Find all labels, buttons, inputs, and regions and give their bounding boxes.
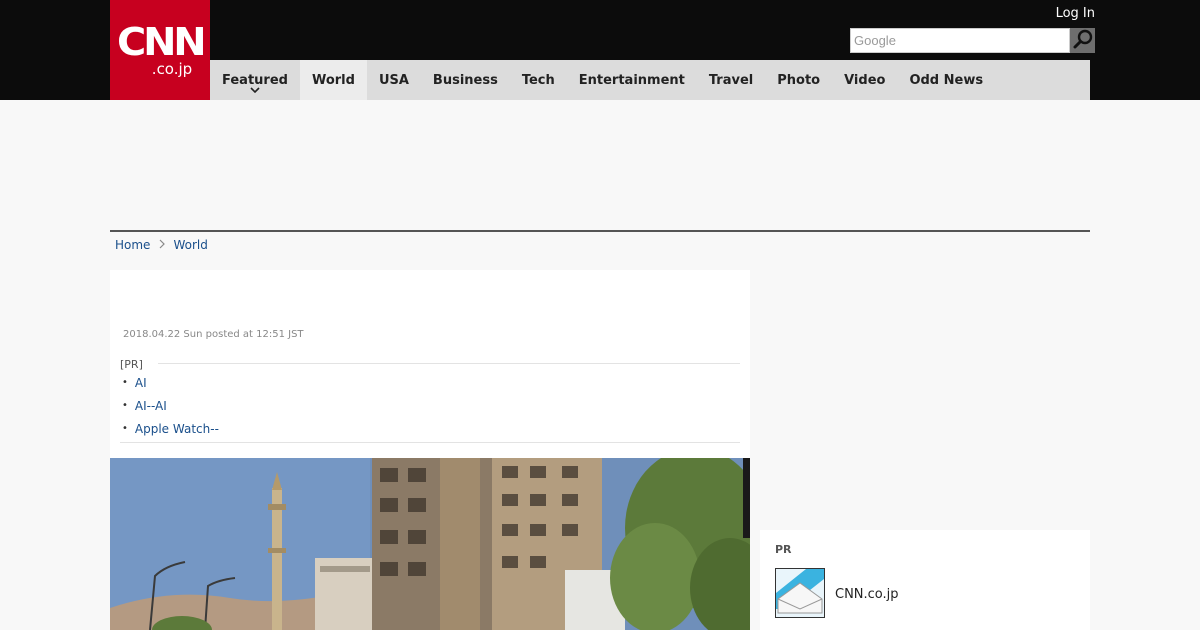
nav-item-odd-news[interactable]: Odd News (897, 60, 995, 100)
search-button[interactable] (1070, 28, 1095, 53)
nav-item-video[interactable]: Video (832, 60, 897, 100)
pr-link[interactable]: Apple Watch-- (135, 422, 219, 436)
pr-link[interactable]: AI--AI (135, 399, 167, 413)
chevron-down-icon (250, 82, 260, 97)
nav-item-tech[interactable]: Tech (510, 60, 567, 100)
pr-link[interactable]: AI (135, 376, 147, 390)
breadcrumb-world[interactable]: World (173, 238, 207, 252)
nav-item-label: Tech (521, 72, 555, 88)
logo-mark: CNN (116, 20, 207, 64)
nav-item-label: Video (844, 72, 886, 88)
pr-link-list: • AI • AI--AI • Apple Watch-- (122, 371, 219, 440)
breadcrumb-home[interactable]: Home (115, 238, 150, 252)
nav-item-label: Photo (777, 72, 821, 88)
bullet-icon: • (122, 423, 128, 434)
search-input[interactable] (850, 28, 1070, 53)
pr-bottom-divider (120, 442, 740, 443)
logo-domain: .co.jp (151, 60, 193, 78)
nav-item-featured[interactable]: Featured (210, 60, 300, 100)
nav-item-world[interactable]: World (299, 60, 367, 100)
nav-item-label: USA (378, 72, 409, 88)
sidebar-pr-name[interactable]: CNN.co.jp (835, 587, 899, 602)
bullet-icon: • (122, 400, 128, 411)
top-bar: CNN .co.jp Log In Featured World USA Bus… (0, 0, 1200, 100)
nav-item-entertainment[interactable]: Entertainment (567, 60, 697, 100)
nav-item-travel[interactable]: Travel (697, 60, 765, 100)
ad-divider (110, 230, 1090, 232)
list-item: • AI (122, 371, 219, 394)
list-item: • Apple Watch-- (122, 417, 219, 440)
main-nav: Featured World USA Business Tech Enterta… (210, 60, 1090, 100)
cnn-logo[interactable]: CNN .co.jp (110, 0, 210, 100)
sidebar-pr-label: PR (775, 543, 792, 556)
nav-item-business[interactable]: Business (421, 60, 510, 100)
pr-divider (158, 363, 740, 364)
pr-label: [PR] (120, 358, 143, 371)
nav-item-usa[interactable]: USA (367, 60, 421, 100)
bullet-icon: • (122, 377, 128, 388)
article-card: 2018.04.22 Sun posted at 12:51 JST [PR] … (110, 270, 750, 630)
breadcrumb: Home World (115, 238, 208, 252)
mail-app-icon[interactable] (775, 568, 825, 618)
nav-item-label: Odd News (909, 72, 984, 88)
nav-item-photo[interactable]: Photo (765, 60, 832, 100)
posted-timestamp: 2018.04.22 Sun posted at 12:51 JST (123, 329, 304, 340)
search-bar (850, 28, 1095, 53)
chevron-right-icon (159, 238, 166, 252)
list-item: • AI--AI (122, 394, 219, 417)
nav-item-label: Travel (708, 72, 754, 88)
nav-item-label: World (311, 72, 355, 88)
sidebar-pr-box: PR CNN.co.jp (760, 530, 1090, 630)
nav-item-label: Business (432, 72, 498, 88)
article-photo (110, 458, 750, 630)
login-link[interactable]: Log In (1056, 6, 1095, 21)
nav-item-label: Entertainment (578, 72, 685, 88)
search-icon (1072, 28, 1094, 54)
